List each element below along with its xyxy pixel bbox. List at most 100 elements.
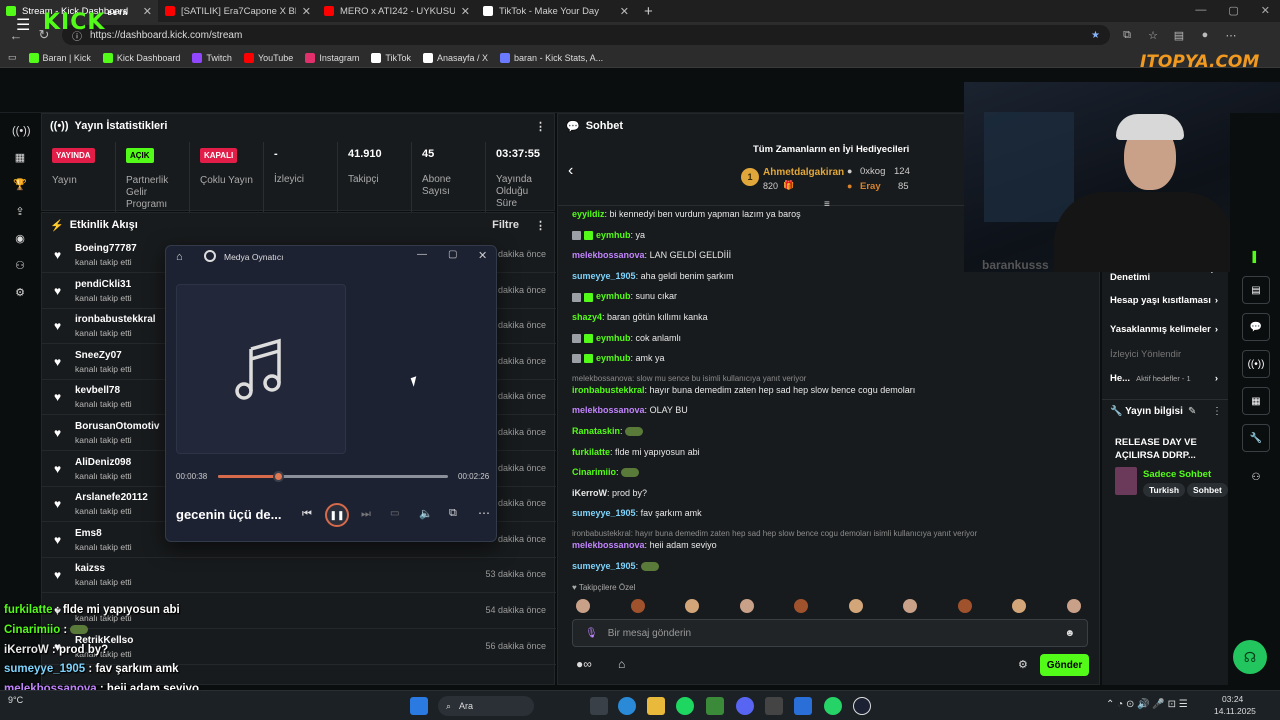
- chat-username[interactable]: iKerroW: [572, 488, 607, 498]
- follower-name[interactable]: Boeing77787: [75, 243, 137, 254]
- tab-close-icon[interactable]: ✕: [302, 5, 311, 18]
- browser-tab[interactable]: [SATILIK] Era7Capone X Blok3 Typ ✕: [159, 0, 317, 22]
- edge-icon[interactable]: [618, 697, 636, 715]
- media-player-window[interactable]: ⌂ Medya Oynatıcı — ▢ ✕ 00:00:38 00:02:26…: [165, 245, 497, 542]
- bookmark-item[interactable]: Baran | Kick: [28, 52, 91, 63]
- extensions-icon[interactable]: ⧉: [1118, 29, 1136, 42]
- tray-icons[interactable]: ⌃ ◔ ⊙ 🔊 🎤 ⊡ ☰: [1106, 699, 1188, 710]
- chat-username[interactable]: eymhub: [596, 353, 631, 363]
- points-icon[interactable]: ●∞: [576, 657, 592, 671]
- chatter-avatar[interactable]: [576, 599, 590, 613]
- task-view-icon[interactable]: [590, 697, 608, 715]
- chatter-avatar[interactable]: [739, 599, 754, 613]
- chat-username[interactable]: shazy4: [572, 312, 602, 322]
- start-icon[interactable]: [410, 697, 428, 715]
- volume-icon[interactable]: 🔈: [419, 507, 433, 520]
- upload-icon[interactable]: ⇪: [12, 204, 28, 220]
- settings-icon[interactable]: ⚙: [12, 285, 28, 301]
- more-icon[interactable]: ⋯: [478, 506, 490, 520]
- browser-tab[interactable]: TikTok - Make Your Day ✕: [477, 0, 635, 22]
- clock-time[interactable]: 03:24: [1222, 694, 1243, 704]
- users-icon[interactable]: ⚇: [12, 258, 28, 274]
- chat-username[interactable]: furkilatte: [572, 447, 610, 457]
- emoji-icon[interactable]: ☻: [1064, 628, 1075, 639]
- stream-icon[interactable]: ((•)): [12, 123, 31, 139]
- media-player-icon[interactable]: [853, 697, 871, 715]
- bookmark-item[interactable]: YouTube: [243, 52, 293, 63]
- favorite-star-icon[interactable]: ★: [1091, 30, 1100, 41]
- follower-name[interactable]: SneeZy07: [75, 350, 122, 361]
- mod-menu-item[interactable]: He... Aktif hedefler - 1 ›: [1110, 373, 1222, 384]
- search-box[interactable]: ⌕ Ara: [438, 696, 534, 716]
- chat-username[interactable]: Ranataskin: [572, 426, 620, 436]
- browser-tab[interactable]: MERO x ATI242 - UYKUSUZ GECE ✕: [318, 0, 476, 22]
- steam-icon[interactable]: [765, 697, 783, 715]
- chat-username[interactable]: eymhub: [596, 291, 631, 301]
- chat-username[interactable]: eymhub: [596, 230, 631, 240]
- bookmark-item[interactable]: TikTok: [371, 52, 411, 63]
- chat-username[interactable]: melekbossanova: [572, 250, 645, 260]
- bookmark-item[interactable]: baran - Kick Stats, A...: [500, 52, 603, 63]
- collapse-icon[interactable]: ≡: [824, 199, 830, 210]
- follower-name[interactable]: Arslanefe20112: [75, 492, 148, 503]
- broadcast-icon[interactable]: ((•)): [1242, 350, 1270, 378]
- chat-username[interactable]: melekbossanova: [572, 405, 645, 415]
- chatter-avatar[interactable]: [1066, 599, 1081, 613]
- tag-chip[interactable]: Turkish: [1143, 483, 1186, 497]
- tag-chip[interactable]: Sohbet: [1187, 483, 1228, 497]
- send-button[interactable]: Gönder: [1040, 654, 1089, 676]
- url-field[interactable]: ⓘ https://dashboard.kick.com/stream ★: [62, 25, 1110, 45]
- settings-icon[interactable]: ⚙: [1018, 658, 1028, 671]
- follower-name[interactable]: ironbabustekkral: [75, 314, 156, 325]
- close-icon[interactable]: ✕: [478, 249, 487, 262]
- next-icon[interactable]: ⏭: [361, 508, 371, 521]
- minimize-icon[interactable]: —: [417, 249, 427, 260]
- chat-username[interactable]: eyyildiz: [572, 209, 605, 219]
- chatter-avatar[interactable]: [1012, 599, 1026, 613]
- chat-username[interactable]: sumeyye_1905: [572, 508, 636, 518]
- chat-username[interactable]: sumeyye_1905: [572, 561, 636, 571]
- more-icon[interactable]: ⋮: [535, 120, 546, 133]
- whatsapp-icon[interactable]: [824, 697, 842, 715]
- clock-date[interactable]: 14.11.2025: [1214, 706, 1256, 716]
- minimize-icon[interactable]: —: [1195, 4, 1206, 17]
- follower-name[interactable]: Ems8: [75, 528, 102, 539]
- bookmark-item[interactable]: Instagram: [305, 52, 359, 63]
- notepad-icon[interactable]: [794, 697, 812, 715]
- home-icon[interactable]: ⌂: [176, 251, 183, 263]
- follower-name[interactable]: kevbell78: [75, 385, 120, 396]
- maximize-icon[interactable]: ▢: [448, 249, 457, 260]
- favorites-icon[interactable]: ☆: [1144, 29, 1162, 42]
- camera-icon[interactable]: ◉: [12, 231, 28, 247]
- chatter-avatar[interactable]: [848, 599, 863, 613]
- miniplayer-icon[interactable]: ⧉: [449, 507, 457, 520]
- mic-icon[interactable]: 🎙: [585, 628, 598, 639]
- collections-icon[interactable]: ▤: [1170, 29, 1188, 42]
- support-button[interactable]: ☊: [1233, 640, 1267, 674]
- follower-name[interactable]: AliDeniz098: [75, 457, 131, 468]
- tab-close-icon[interactable]: ✕: [143, 5, 152, 18]
- app-icon[interactable]: [706, 697, 724, 715]
- filter-button[interactable]: Filtre: [492, 219, 519, 231]
- category-name[interactable]: Sadece Sohbet: [1143, 469, 1211, 480]
- profile-icon[interactable]: ●: [1196, 29, 1214, 41]
- chevron-left-icon[interactable]: ‹: [568, 162, 573, 180]
- trophy-icon[interactable]: 🏆: [12, 177, 28, 193]
- chat-username[interactable]: sumeyye_1905: [572, 271, 636, 281]
- tab-close-icon[interactable]: ✕: [461, 5, 470, 18]
- chat-username[interactable]: melekbossanova: [572, 540, 645, 550]
- chat-username[interactable]: Cinarimiio: [572, 467, 616, 477]
- bookmark-item[interactable]: Anasayfa / X: [423, 52, 488, 63]
- document-icon[interactable]: ▦: [1242, 387, 1270, 415]
- weather-widget[interactable]: 9°C: [8, 695, 23, 705]
- chatter-avatar[interactable]: [794, 599, 808, 613]
- chat-input[interactable]: 🎙 Bir mesaj gönderin ☻: [572, 619, 1088, 647]
- chatter-avatar[interactable]: [630, 599, 645, 613]
- discord-icon[interactable]: [736, 697, 754, 715]
- follower-name[interactable]: BorusanOtomotiv: [75, 421, 159, 432]
- seek-handle[interactable]: [272, 471, 284, 482]
- chat-username[interactable]: eymhub: [596, 333, 631, 343]
- follower-name[interactable]: kaizss: [75, 563, 105, 574]
- follower-name[interactable]: pendiCkli31: [75, 279, 131, 290]
- more-icon[interactable]: ⋯: [1222, 29, 1240, 42]
